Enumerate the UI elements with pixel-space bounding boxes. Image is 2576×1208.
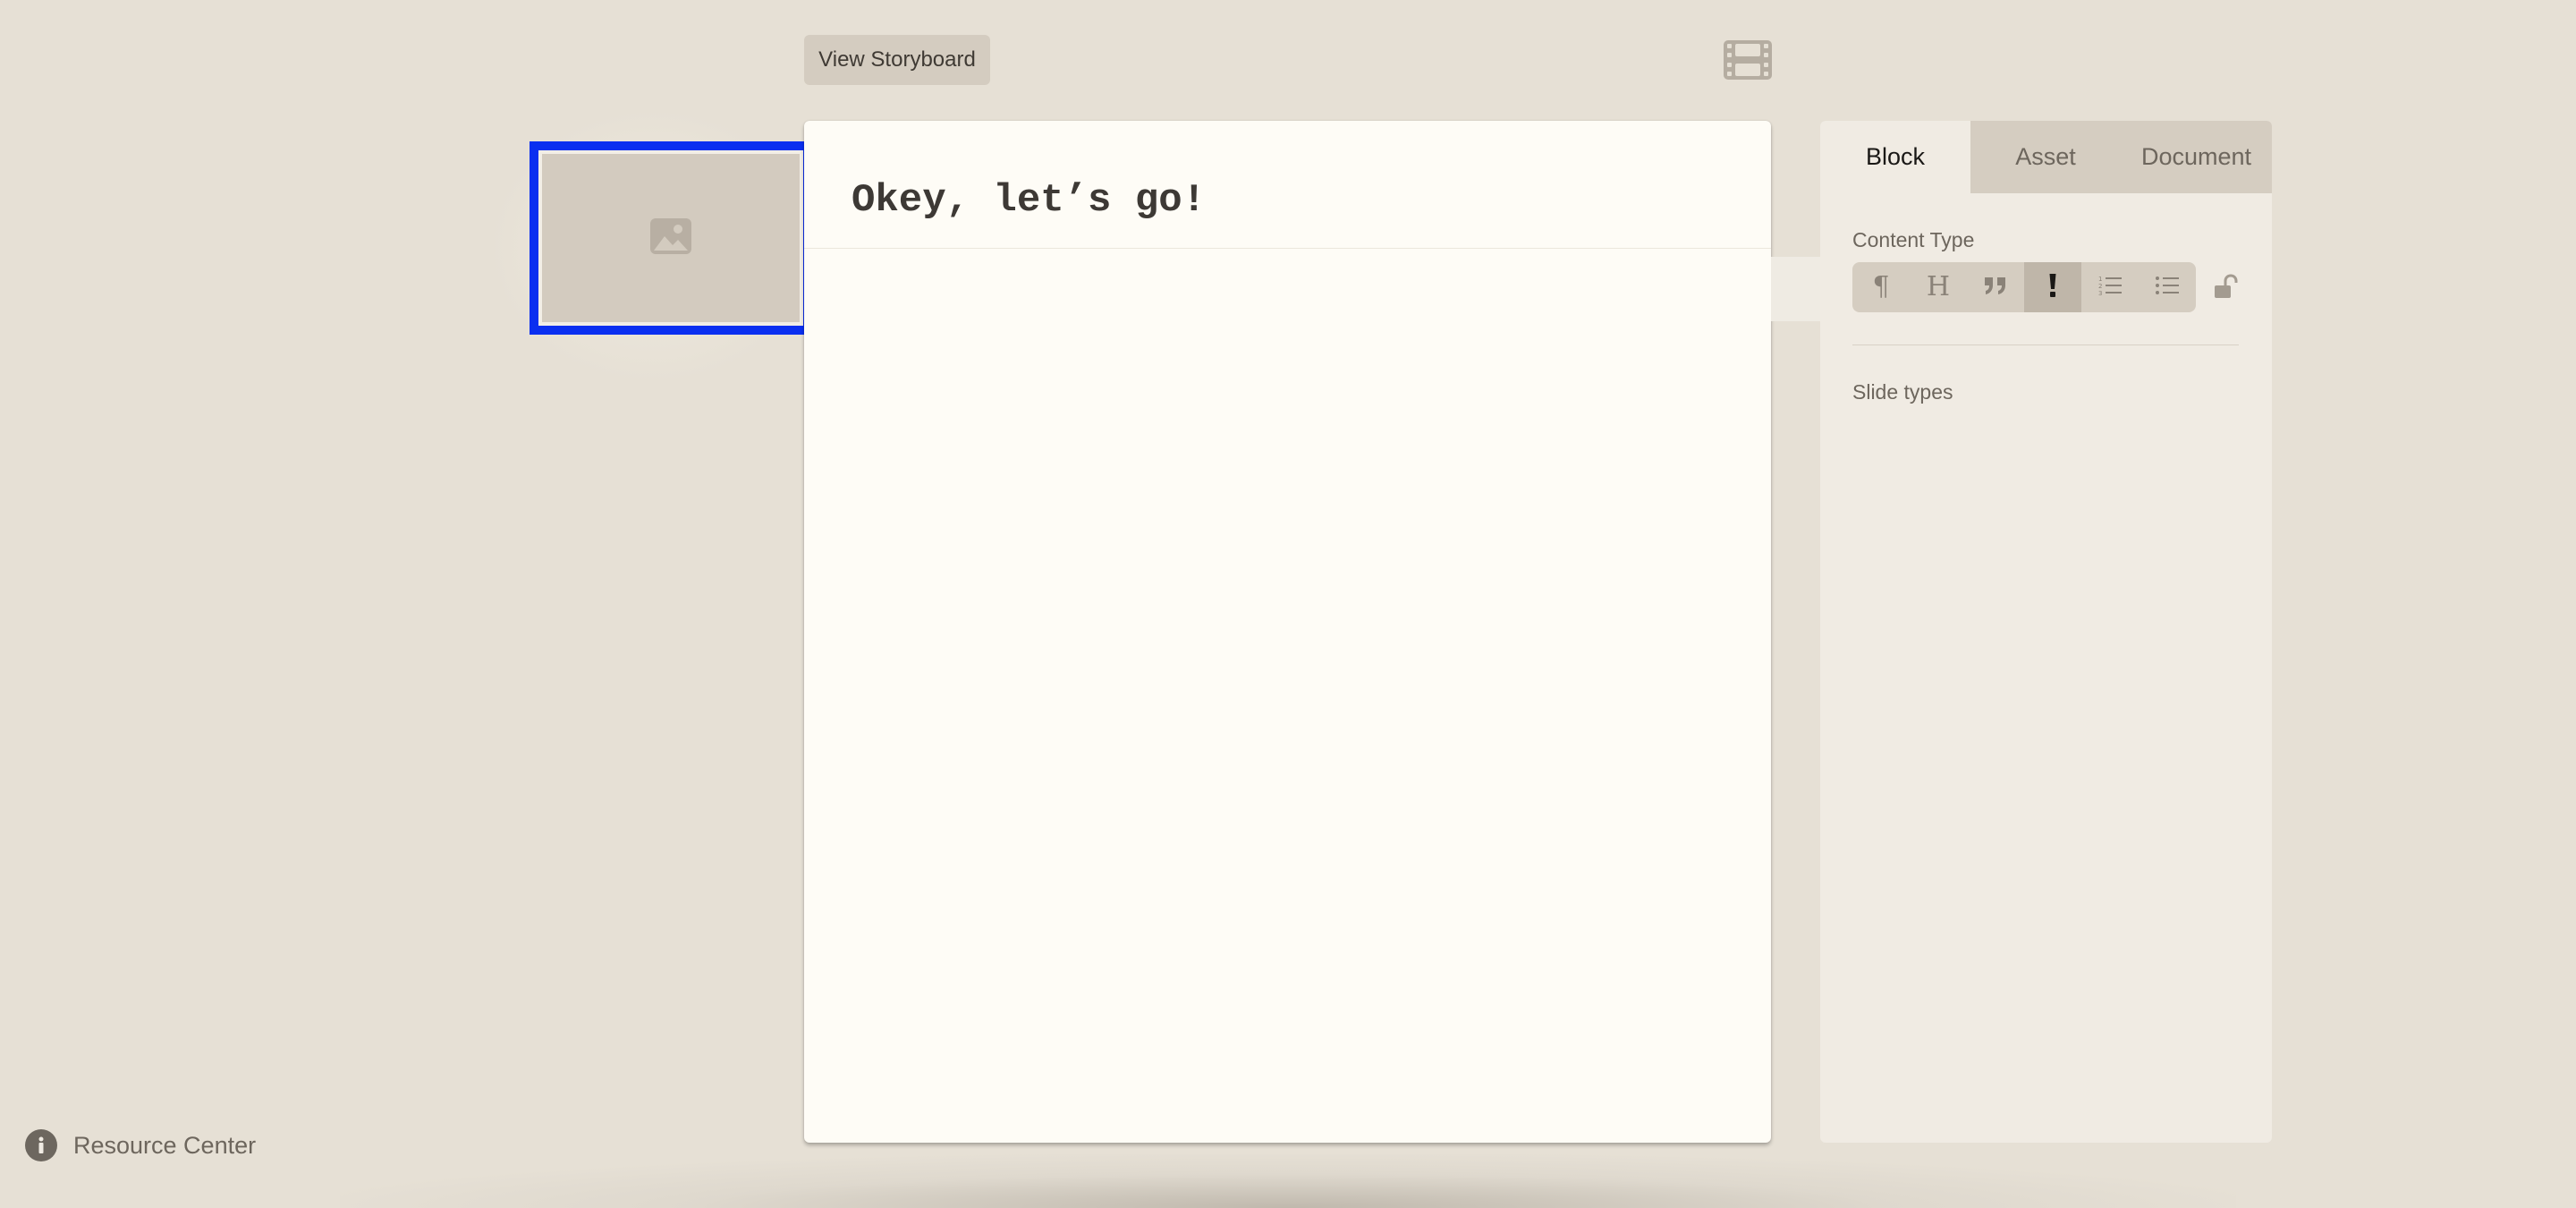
resource-center-label: Resource Center [73, 1131, 257, 1159]
card-panel-connector [1771, 257, 1821, 321]
unlocked-padlock-icon[interactable] [2211, 273, 2241, 303]
quote-icon [1983, 276, 2008, 300]
ordered-list-icon: 1 2 3 [2097, 274, 2123, 302]
info-icon [25, 1129, 57, 1161]
slide-card: Okey, let’s go! [804, 121, 1771, 1143]
paragraph-type-button[interactable]: ¶ [1852, 262, 1910, 312]
card-divider [804, 248, 1771, 249]
heading-icon: H [1926, 271, 1951, 302]
slide-thumbnail[interactable] [530, 141, 812, 335]
heading-type-button[interactable]: H [1910, 262, 1967, 312]
svg-text:1: 1 [2098, 276, 2102, 283]
inspector-tabs: Block Asset Document [1820, 121, 2272, 193]
svg-text:2: 2 [2098, 283, 2102, 290]
svg-text:3: 3 [2098, 290, 2102, 297]
bullet-list-type-button[interactable] [2139, 262, 2196, 312]
content-type-label: Content Type [1852, 228, 1975, 251]
slide-types-label: Slide types [1852, 380, 1953, 404]
tab-asset[interactable]: Asset [1970, 121, 2121, 193]
bottom-shadow [340, 1154, 2236, 1208]
pilcrow-icon: ¶ [1872, 271, 1890, 302]
bullet-list-icon [2155, 275, 2180, 301]
quote-type-button[interactable] [1967, 262, 2024, 312]
slide-title[interactable]: Okey, let’s go! [852, 178, 1206, 223]
tab-block[interactable]: Block [1820, 121, 1970, 193]
ordered-list-type-button[interactable]: 1 2 3 [2081, 262, 2139, 312]
tab-document[interactable]: Document [2121, 121, 2272, 193]
view-storyboard-button[interactable]: View Storyboard [804, 35, 990, 85]
emphasis-type-button[interactable] [2024, 262, 2081, 312]
content-type-selector: ¶ H 1 2 3 [1852, 262, 2196, 312]
film-strip-icon[interactable] [1723, 39, 1773, 81]
image-placeholder-icon [650, 217, 691, 259]
inspector-panel: Block Asset Document Content Type ¶ H 1 … [1820, 121, 2272, 1143]
exclamation-icon [2047, 273, 2058, 302]
resource-center-button[interactable]: Resource Center [25, 1129, 256, 1161]
